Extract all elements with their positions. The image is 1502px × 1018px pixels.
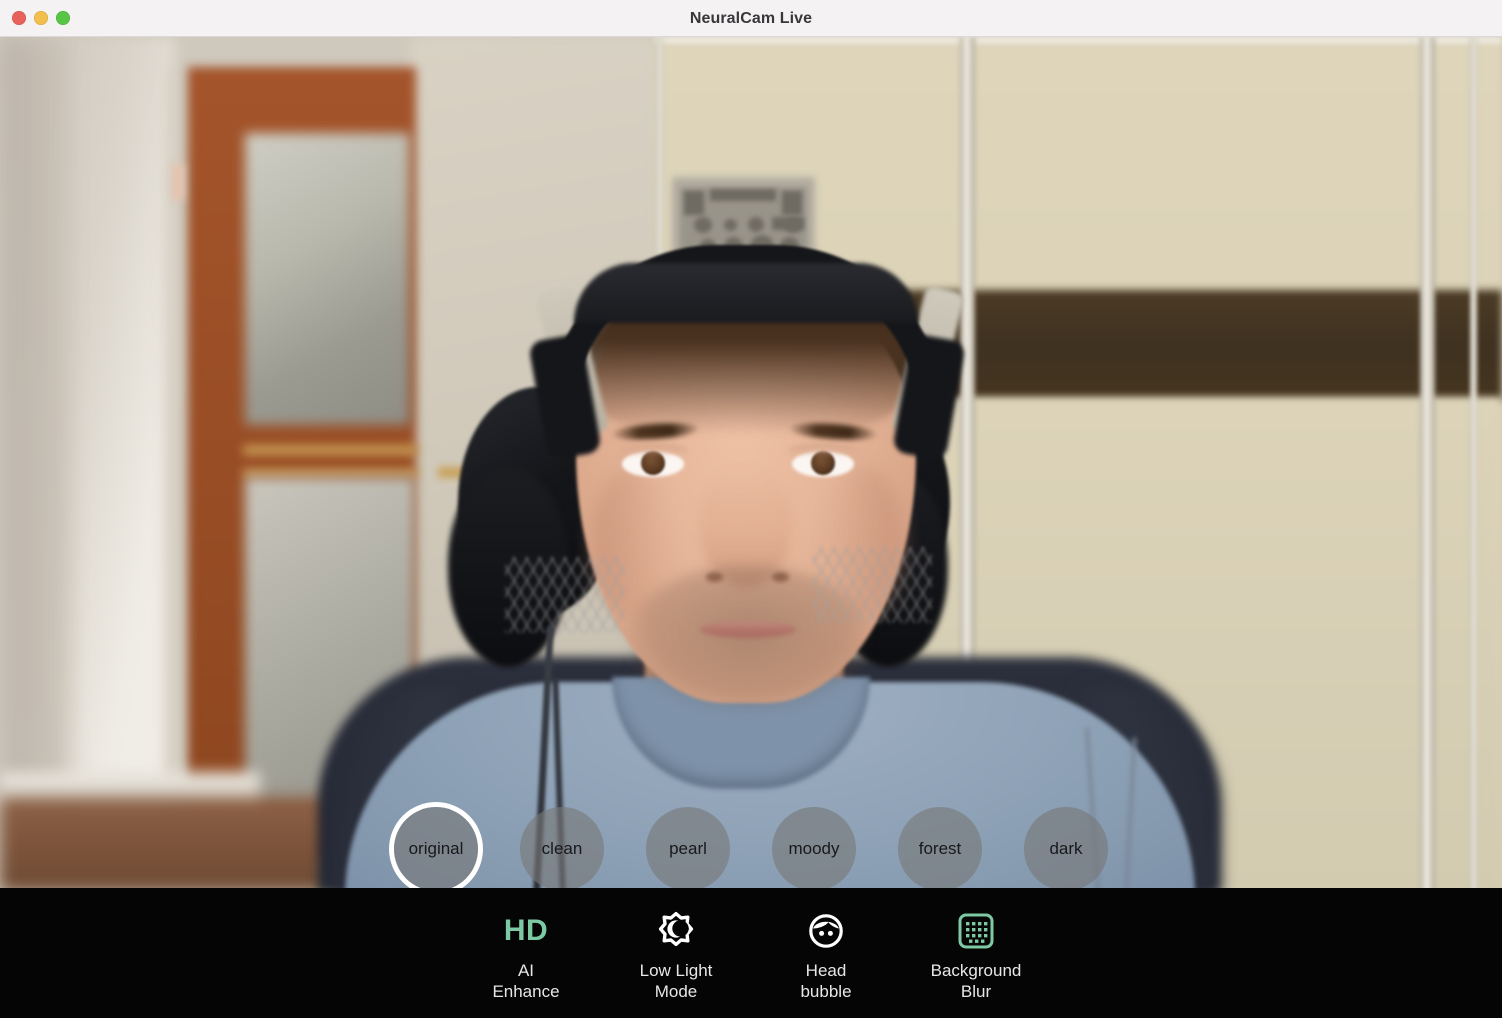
- toolbar-items: HD AI Enhance Low Light Mode Head bubble…: [0, 888, 1502, 1018]
- dot-grid-icon: [957, 910, 995, 952]
- filter-chip-label: forest: [918, 839, 962, 858]
- headphone-mesh-left: [505, 557, 625, 633]
- mouth: [700, 621, 796, 638]
- bottom-toolbar: HD AI Enhance Low Light Mode Head bubble…: [0, 888, 1502, 1018]
- brightness-moon-icon: [656, 910, 696, 952]
- filter-chip-dark[interactable]: dark: [1024, 807, 1108, 888]
- toolbar-item-background-blur[interactable]: Background Blur: [901, 904, 1051, 1002]
- window-title: NeuralCam Live: [689, 9, 813, 27]
- toolbar-item-label: AI Enhance: [492, 961, 560, 1001]
- headphone-headband-pad: [574, 263, 918, 323]
- filter-chip-label: original: [408, 839, 464, 858]
- toolbar-item-low-light-mode[interactable]: Low Light Mode: [601, 904, 751, 1002]
- hd-icon: HD: [504, 910, 548, 952]
- toolbar-item-label: Background Blur: [930, 961, 1022, 1001]
- video-preview[interactable]: original clean pearl moody forest dark: [0, 37, 1502, 888]
- face-icon: [806, 910, 846, 952]
- filter-chip-clean[interactable]: clean: [520, 807, 604, 888]
- filter-chip-label: pearl: [669, 839, 707, 858]
- filter-chip-row: original clean pearl moody forest dark: [0, 770, 1502, 888]
- app-window: NeuralCam Live original clean pearl mood…: [0, 0, 1502, 1018]
- person: [0, 37, 1502, 888]
- eyelid-left: [618, 443, 688, 457]
- filter-chip-original[interactable]: original: [394, 807, 478, 888]
- filter-chip-forest[interactable]: forest: [898, 807, 982, 888]
- toolbar-item-ai-enhance[interactable]: HD AI Enhance: [451, 904, 601, 1002]
- filter-chip-label: dark: [1049, 839, 1083, 858]
- filter-chip-pearl[interactable]: pearl: [646, 807, 730, 888]
- toolbar-item-label: Head bubble: [800, 961, 852, 1001]
- filter-chip-label: clean: [541, 839, 583, 858]
- toolbar-item-label: Low Light Mode: [639, 961, 713, 1001]
- eyelid-right: [788, 443, 858, 457]
- titlebar: NeuralCam Live: [0, 0, 1502, 37]
- hd-icon-text: HD: [503, 914, 549, 947]
- headphone-mesh-right: [812, 547, 932, 623]
- filter-chip-moody[interactable]: moody: [772, 807, 856, 888]
- toolbar-item-head-bubble[interactable]: Head bubble: [751, 904, 901, 1002]
- filter-chip-label: moody: [788, 839, 840, 858]
